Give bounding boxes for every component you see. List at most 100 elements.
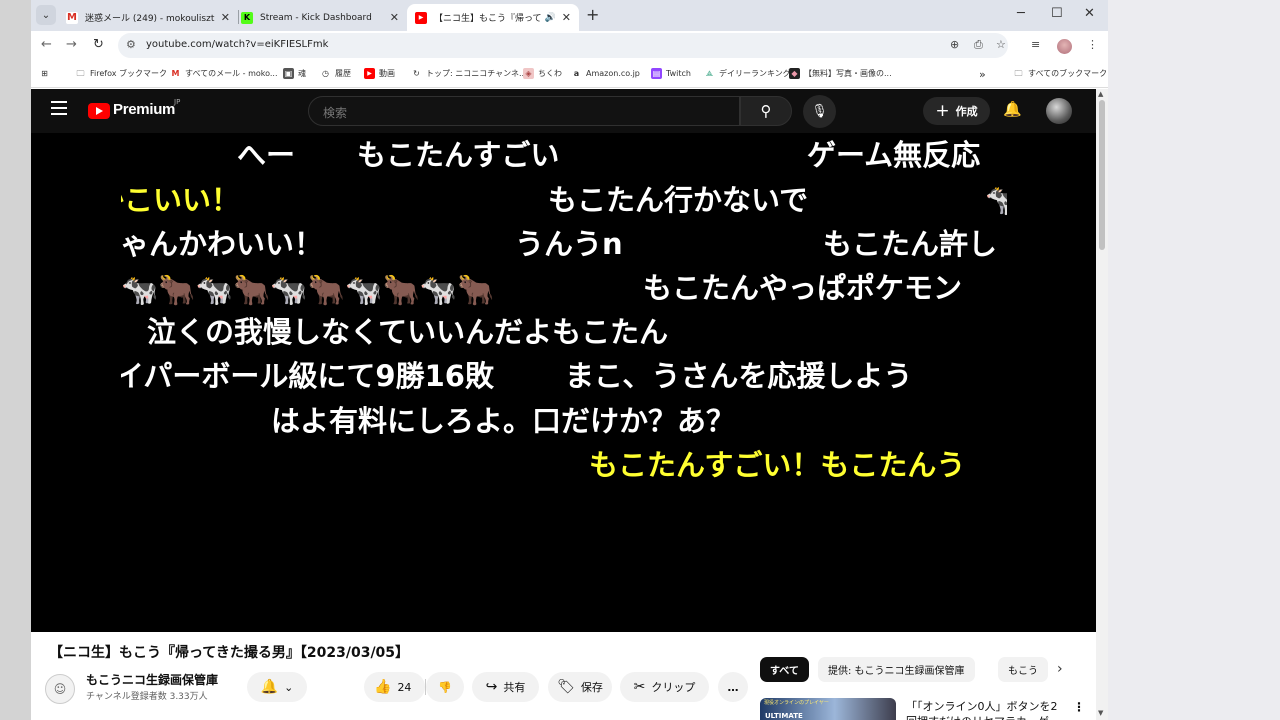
install-app-icon[interactable]: ⎙	[974, 38, 983, 52]
channel-name[interactable]: もこうニコ生録画保管庫	[86, 671, 218, 688]
comment-overlay: へー もこたんすごい ゲーム無反応 かこいい！ もこたん行かないで 🐄 ちゃんか…	[121, 133, 1007, 493]
bookmark-video[interactable]: ▶ 動画	[364, 68, 395, 79]
window-close-button[interactable]: ✕	[1084, 6, 1095, 21]
search-button[interactable]: ⚲	[740, 96, 792, 126]
scroll-down-icon[interactable]: ▼	[1098, 709, 1103, 717]
reload-icon[interactable]: ↻	[93, 37, 104, 52]
bookmark-label: Firefox ブックマーク	[90, 69, 168, 78]
bookmark-tamashii[interactable]: ▣ 魂	[283, 68, 306, 79]
tab-strip: ⌄ M 迷惑メール (249) - mokouliszt1@ ✕ K Strea…	[31, 0, 1108, 31]
close-icon[interactable]: ✕	[221, 11, 230, 24]
minimize-button[interactable]: ─	[1017, 6, 1025, 21]
danmaku-comment: まこ、うさんを応援しよう	[565, 359, 913, 393]
bookmark-history[interactable]: ◷ 履歴	[320, 68, 351, 79]
bookmark-niconico[interactable]: ↻ トップ: ニコニコチャンネ...	[411, 68, 527, 79]
danmaku-comment: はよ有料にしろよ。口だけか？あ？	[271, 404, 736, 438]
address-bar[interactable]: ⚙ youtube.com/watch?v=eiKFIESLFmk ⊕ ⎙ ☆	[118, 33, 1008, 58]
recommended-thumbnail[interactable]: 現役オンラインのプレイヤー ULTIMATE	[760, 698, 896, 720]
channel-avatar[interactable]: ☺	[45, 674, 75, 704]
bookmark-ranking[interactable]: ⟁ デイリーランキング	[704, 68, 791, 79]
chip-all[interactable]: すべて	[760, 657, 809, 682]
voice-search-button[interactable]: 🎙	[803, 95, 836, 128]
danmaku-comment: ちゃんかわいい！	[121, 227, 324, 261]
bookmark-label: トップ: ニコニコチャンネ...	[426, 69, 527, 78]
dislike-button[interactable]: 👎	[426, 672, 464, 702]
recommended-title[interactable]: 「「オンライン0人」ボタンを2回押すだけのリセマラカーゲー	[906, 699, 1066, 720]
niconico-icon: ↻	[413, 69, 420, 78]
save-button[interactable]: 🏷 保存	[548, 672, 612, 702]
chevron-right-icon[interactable]: ›	[1057, 661, 1063, 677]
cow-emoji-row: 🐄🐂🐄🐂🐄🐂🐄🐂🐄🐂	[121, 273, 495, 308]
bookmark-amazon[interactable]: a Amazon.co.jp	[571, 68, 640, 79]
like-button[interactable]: 👍 24	[364, 672, 425, 702]
forward-arrow-icon[interactable]: →	[66, 37, 77, 52]
bookmark-gmail[interactable]: M すべてのメール - moko...	[170, 68, 278, 79]
create-button[interactable]: + 作成	[923, 97, 990, 125]
clip-label: クリップ	[651, 681, 696, 694]
close-icon[interactable]: ✕	[562, 11, 571, 24]
star-icon[interactable]: ☆	[996, 38, 1006, 51]
page-icon: ▣	[283, 68, 294, 79]
subscribe-bell-button[interactable]: 🔔 ⌄	[247, 672, 307, 702]
chip-mokou[interactable]: もこう	[998, 657, 1048, 682]
profile-avatar[interactable]	[1057, 39, 1072, 54]
bookmark-label: ちくわ	[538, 69, 562, 78]
tab-youtube-active[interactable]: ▶ 【ニコ生】もこう『帰ってきた撮る 🔊 ✕	[407, 4, 579, 31]
video-player[interactable]: へー もこたんすごい ゲーム無反応 かこいい！ もこたん行かないで 🐄 ちゃんか…	[31, 133, 1096, 632]
search-input[interactable]: 検索	[308, 96, 740, 126]
tab-title: Stream - Kick Dashboard	[260, 12, 372, 23]
bell-icon: 🔔	[260, 679, 279, 695]
more-bookmarks-chevron-icon[interactable]: »	[979, 68, 986, 81]
more-dots-icon[interactable]: ⋮	[1073, 700, 1085, 714]
page-scrollbar[interactable]: ▲ ▼	[1096, 89, 1108, 720]
speaker-icon[interactable]: 🔊	[545, 13, 556, 23]
all-bookmarks[interactable]: 🗀 すべてのブックマーク	[1013, 68, 1108, 79]
bookmark-photo[interactable]: ◆ 【無料】写真・画像の...	[789, 68, 892, 79]
youtube-premium-wordmark[interactable]: Premium	[113, 101, 175, 118]
youtube-logo-icon[interactable]	[88, 103, 110, 119]
browser-toolbar: ← → ↻ ⚙ youtube.com/watch?v=eiKFIESLFmk …	[31, 31, 1108, 60]
clip-button[interactable]: ✂ クリップ	[620, 672, 709, 702]
like-count: 24	[397, 680, 412, 694]
menu-dots-icon[interactable]: ⋮	[1087, 38, 1098, 51]
back-arrow-icon[interactable]: ←	[41, 37, 52, 52]
tab-title: 【ニコ生】もこう『帰ってきた撮る	[434, 14, 541, 24]
bookmark-firefox[interactable]: 🗀 Firefox ブックマーク	[75, 68, 168, 79]
danmaku-comment: へー	[237, 138, 296, 172]
close-icon[interactable]: ✕	[390, 11, 399, 24]
tab-search-chevron-icon[interactable]: ⌄	[36, 5, 56, 25]
twitch-icon: ▤	[651, 68, 662, 79]
media-control-icon[interactable]: ≡	[1031, 38, 1040, 51]
apps-grid-icon[interactable]: ⊞	[39, 68, 54, 79]
danmaku-comment: かこいい！	[121, 183, 241, 217]
hamburger-menu-icon[interactable]	[51, 101, 67, 119]
thumbs-up-icon: 👍	[374, 679, 392, 695]
new-tab-button[interactable]: +	[586, 5, 599, 24]
bookmark-label: 動画	[379, 69, 395, 78]
scroll-up-icon[interactable]: ▲	[1098, 90, 1103, 98]
danmaku-comment: もこたんやっぱポケモン	[643, 271, 963, 305]
tab-title: 迷惑メール (249) - mokouliszt1@	[85, 14, 215, 24]
site-info-icon[interactable]: ⚙	[126, 38, 136, 51]
maximize-button[interactable]: ☐	[1051, 6, 1063, 21]
all-bookmarks-label: すべてのブックマーク	[1028, 69, 1108, 78]
zoom-icon[interactable]: ⊕	[950, 38, 959, 51]
chip-from-channel[interactable]: 提供: もこうニコ生録画保管庫	[818, 657, 975, 682]
more-actions-button[interactable]: …	[718, 672, 748, 702]
share-button[interactable]: ↪ 共有	[472, 672, 539, 702]
gmail-icon: M	[171, 69, 180, 78]
bookmark-twitch[interactable]: ▤ Twitch	[651, 68, 691, 79]
notification-bell-icon[interactable]: 🔔	[1003, 100, 1022, 118]
bookmarks-bar: ⊞ 🗀 Firefox ブックマーク M すべてのメール - moko... ▣ 魂 …	[31, 60, 1108, 88]
bookmark-chikuwa[interactable]: ◈ ちくわ	[523, 68, 562, 79]
scroll-thumb[interactable]	[1099, 100, 1105, 250]
microphone-icon: 🎙	[811, 104, 828, 119]
folder-icon: 🗀	[76, 69, 85, 78]
danmaku-comment: イパーボール級にて9勝16敗	[121, 359, 494, 393]
search-icon: ⚲	[760, 102, 772, 120]
account-avatar[interactable]	[1046, 98, 1072, 124]
tab-kick[interactable]: K Stream - Kick Dashboard ✕	[233, 4, 407, 31]
bookmark-label: Amazon.co.jp	[586, 69, 640, 78]
share-arrow-icon: ↪	[485, 679, 498, 695]
tab-gmail[interactable]: M 迷惑メール (249) - mokouliszt1@ ✕	[58, 4, 238, 31]
